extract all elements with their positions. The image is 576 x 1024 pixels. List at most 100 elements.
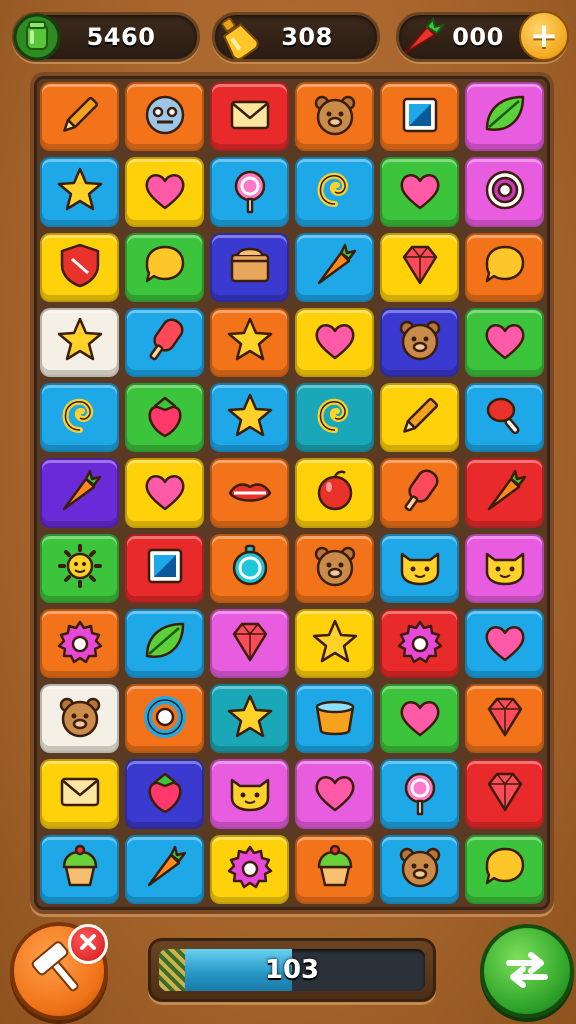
- box-icon: [224, 239, 276, 295]
- game-board: [30, 72, 554, 914]
- tile[interactable]: [380, 307, 459, 378]
- tile[interactable]: [125, 157, 204, 227]
- gear-icon: [224, 841, 276, 897]
- tile[interactable]: [380, 232, 459, 302]
- lollipop-icon: [394, 766, 446, 822]
- bear-face-icon: [309, 540, 361, 596]
- star-icon: [224, 390, 276, 446]
- carrot-icon: [139, 841, 191, 897]
- tile[interactable]: [465, 608, 544, 679]
- tile[interactable]: [380, 157, 459, 227]
- add-gems-button[interactable]: +: [519, 11, 569, 61]
- plus-icon: +: [529, 16, 559, 56]
- tile[interactable]: [125, 684, 204, 754]
- tile[interactable]: [125, 608, 204, 679]
- tile[interactable]: [465, 533, 544, 603]
- tile[interactable]: [465, 157, 544, 227]
- tile[interactable]: [40, 608, 119, 679]
- bear-face-icon: [394, 841, 446, 897]
- tile[interactable]: [125, 232, 204, 302]
- tile[interactable]: [125, 834, 204, 904]
- tile[interactable]: [125, 759, 204, 829]
- tile[interactable]: [125, 533, 204, 603]
- strawberry-icon: [139, 390, 191, 446]
- tile[interactable]: [40, 307, 119, 378]
- gems-value: 000: [452, 23, 504, 51]
- potion-value: 308: [281, 23, 333, 51]
- bear-face-icon: [54, 691, 106, 747]
- carrot-icon: [309, 239, 361, 295]
- spiral-icon: [309, 164, 361, 220]
- tile[interactable]: [40, 157, 119, 227]
- tile[interactable]: [295, 834, 374, 904]
- tile[interactable]: [295, 458, 374, 528]
- tile[interactable]: [210, 834, 289, 904]
- tile[interactable]: [40, 458, 119, 528]
- tile[interactable]: [380, 533, 459, 603]
- tile-grid: [40, 82, 544, 904]
- tile[interactable]: [40, 533, 119, 603]
- tile[interactable]: [40, 232, 119, 302]
- ring-icon: [139, 691, 191, 747]
- tile[interactable]: [210, 82, 289, 152]
- cup-icon: [309, 691, 361, 747]
- tile[interactable]: [210, 157, 289, 227]
- tile[interactable]: [295, 307, 374, 378]
- heart-icon: [479, 616, 531, 672]
- tile[interactable]: [380, 383, 459, 453]
- tile[interactable]: [210, 684, 289, 754]
- tile[interactable]: [465, 383, 544, 453]
- tile[interactable]: [465, 834, 544, 904]
- tile[interactable]: [40, 383, 119, 453]
- tile[interactable]: [40, 759, 119, 829]
- cat-face-icon: [394, 540, 446, 596]
- tile[interactable]: [295, 759, 374, 829]
- sun-icon: [54, 540, 106, 596]
- tile[interactable]: [295, 383, 374, 453]
- tile[interactable]: [465, 684, 544, 754]
- tile[interactable]: [465, 458, 544, 528]
- tile[interactable]: [465, 82, 544, 152]
- tile[interactable]: [380, 608, 459, 679]
- tile[interactable]: [210, 307, 289, 378]
- cancel-booster-button[interactable]: [68, 924, 108, 964]
- tile[interactable]: [380, 834, 459, 904]
- tile[interactable]: [40, 834, 119, 904]
- gem-icon: [479, 691, 531, 747]
- tile[interactable]: [210, 533, 289, 603]
- tile[interactable]: [210, 759, 289, 829]
- tile[interactable]: [125, 458, 204, 528]
- tile[interactable]: [210, 383, 289, 453]
- tile[interactable]: [465, 759, 544, 829]
- tile[interactable]: [295, 157, 374, 227]
- square-badge-icon: [139, 540, 191, 596]
- tile[interactable]: [125, 383, 204, 453]
- tile[interactable]: [380, 684, 459, 754]
- coins-counter: 5460: [12, 12, 200, 62]
- tile[interactable]: [295, 608, 374, 679]
- tile[interactable]: [210, 232, 289, 302]
- tile[interactable]: [380, 82, 459, 152]
- shuffle-button[interactable]: [480, 924, 574, 1018]
- tile[interactable]: [295, 82, 374, 152]
- tile[interactable]: [380, 759, 459, 829]
- tile[interactable]: [125, 307, 204, 378]
- tile[interactable]: [210, 458, 289, 528]
- tile[interactable]: [465, 232, 544, 302]
- donut-icon: [479, 164, 531, 220]
- tile[interactable]: [210, 608, 289, 679]
- tile[interactable]: [295, 684, 374, 754]
- gear-icon: [54, 616, 106, 672]
- cupcake-icon: [309, 841, 361, 897]
- tile[interactable]: [465, 307, 544, 378]
- speech-bubble-icon: [139, 239, 191, 295]
- tile[interactable]: [380, 458, 459, 528]
- pencil-icon: [394, 390, 446, 446]
- tile[interactable]: [40, 684, 119, 754]
- tile[interactable]: [295, 232, 374, 302]
- star-icon: [309, 616, 361, 672]
- tile[interactable]: [40, 82, 119, 152]
- gem-icon: [479, 766, 531, 822]
- tile[interactable]: [295, 533, 374, 603]
- tile[interactable]: [125, 82, 204, 152]
